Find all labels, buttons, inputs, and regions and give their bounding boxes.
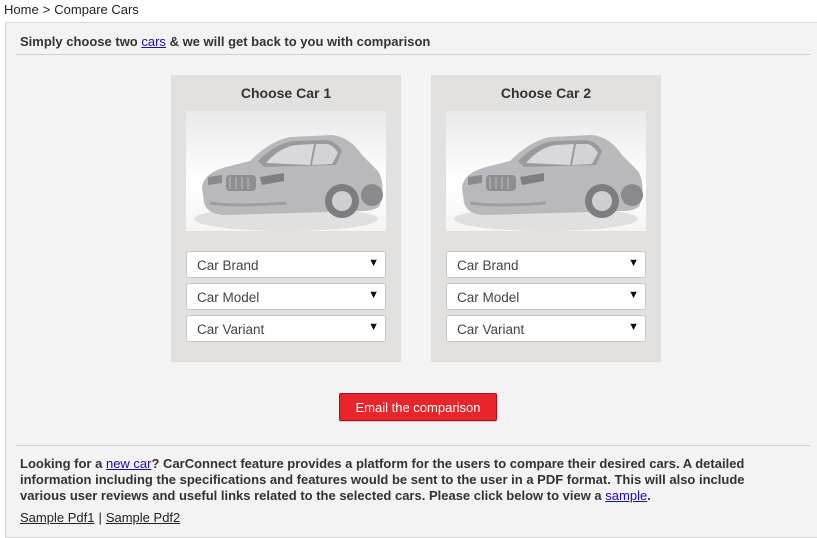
sample-separator: |	[98, 510, 102, 525]
description-prefix: Looking for a	[20, 456, 103, 471]
chevron-down-icon: ▼	[628, 289, 639, 301]
car-2-brand-label: Car Brand	[457, 258, 519, 273]
car-1-image	[186, 111, 386, 231]
breadcrumb-current: Compare Cars	[54, 2, 139, 17]
car-silhouette-icon	[454, 135, 643, 231]
breadcrumb-separator: >	[42, 2, 51, 17]
car-2-image	[446, 111, 646, 231]
car-1-model-label: Car Model	[197, 290, 260, 305]
car-1-title: Choose Car 1	[240, 85, 332, 101]
description-text: Looking for a new car? CarConnect featur…	[20, 456, 790, 504]
intro-prefix: Simply choose two	[20, 34, 138, 49]
sample-pdf2-link[interactable]: Sample Pdf2	[106, 510, 180, 525]
car-1-selector: Choose Car 1 Car Brand ▼ Car Model ▼ Car V…	[171, 75, 401, 362]
cars-link[interactable]: cars	[141, 34, 166, 49]
email-comparison-button[interactable]: Email the comparison	[339, 393, 497, 421]
car-1-brand-label: Car Brand	[197, 258, 259, 273]
breadcrumb-home-link[interactable]: Home	[4, 2, 39, 17]
sample-link[interactable]: sample	[605, 488, 647, 503]
sample-pdf1-link[interactable]: Sample Pdf1	[20, 510, 94, 525]
new-car-link[interactable]: new car	[106, 456, 152, 471]
car-1-variant-select[interactable]: Car Variant ▼	[186, 315, 386, 342]
chevron-down-icon: ▼	[368, 289, 379, 301]
car-1-variant-label: Car Variant	[197, 322, 265, 337]
chevron-down-icon: ▼	[368, 321, 379, 333]
car-silhouette-icon	[194, 135, 383, 231]
intro-suffix: & we will get back to you with compariso…	[169, 34, 431, 49]
car-2-brand-select[interactable]: Car Brand ▼	[446, 251, 646, 278]
chevron-down-icon: ▼	[628, 321, 639, 333]
description-end: .	[647, 488, 651, 503]
car-2-selector: Choose Car 2 Car Brand ▼ Car Model ▼ Car V…	[431, 75, 661, 362]
divider-bottom	[16, 445, 810, 446]
car-2-model-select[interactable]: Car Model ▼	[446, 283, 646, 310]
sample-links: Sample Pdf1 | Sample Pdf2	[20, 510, 180, 525]
divider-top	[16, 54, 810, 55]
car-2-model-label: Car Model	[457, 290, 520, 305]
car-1-model-select[interactable]: Car Model ▼	[186, 283, 386, 310]
car-2-title: Choose Car 2	[500, 85, 592, 101]
car-1-brand-select[interactable]: Car Brand ▼	[186, 251, 386, 278]
car-2-variant-label: Car Variant	[457, 322, 525, 337]
compare-panel: Simply choose two cars & we will get bac…	[5, 22, 817, 538]
chevron-down-icon: ▼	[628, 257, 639, 269]
breadcrumb: Home > Compare Cars	[4, 2, 139, 17]
chevron-down-icon: ▼	[368, 257, 379, 269]
car-2-variant-select[interactable]: Car Variant ▼	[446, 315, 646, 342]
intro-text: Simply choose two cars & we will get bac…	[20, 34, 430, 49]
